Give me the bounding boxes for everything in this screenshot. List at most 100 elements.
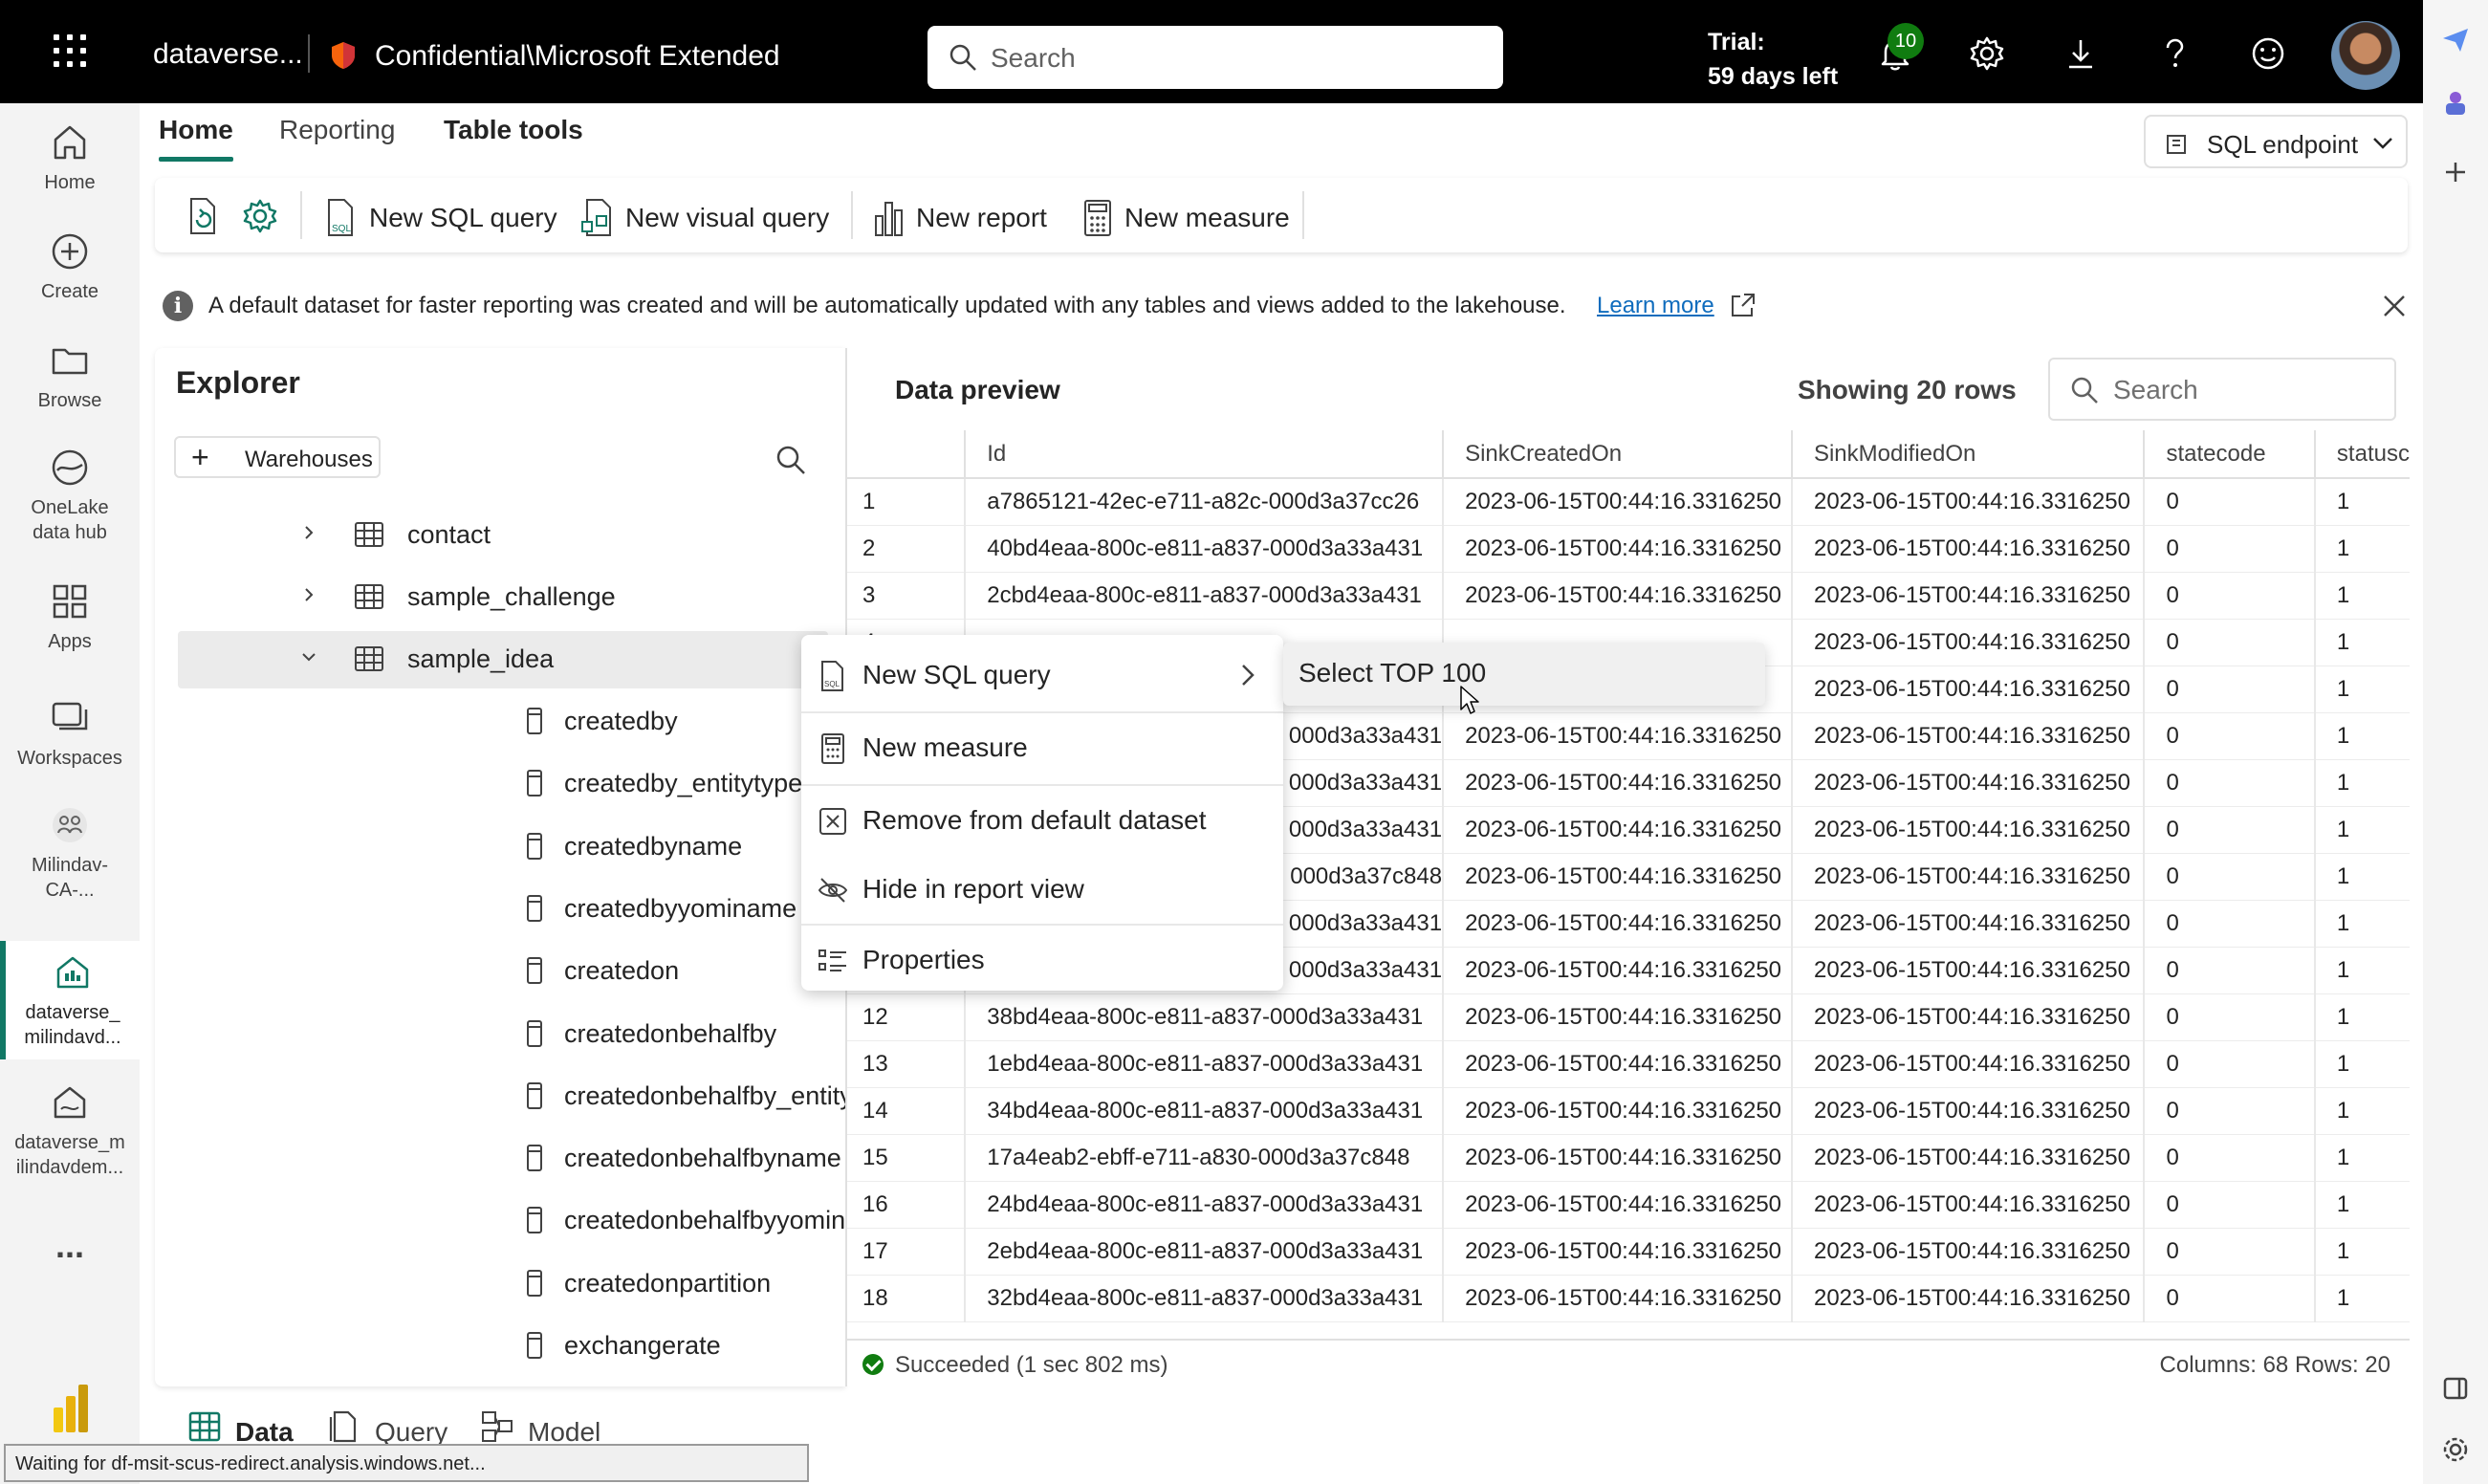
tree-item-column[interactable]: createdonbehalfby_entitytype (178, 1068, 845, 1125)
table-cell: 2cbd4eaa-800c-e811-a837-000d3a33a431 (965, 572, 1445, 620)
column-header[interactable]: statecode (2144, 430, 2316, 479)
extension-icon[interactable] (2440, 88, 2471, 119)
tree-item-column[interactable]: createdon (178, 943, 828, 1000)
new-measure-button[interactable]: New measure (1079, 195, 1299, 237)
help-icon[interactable] (2155, 34, 2193, 73)
menu-item-hide-in-report-view[interactable]: Hide in report view (801, 861, 1283, 918)
table-row[interactable]: 17 2ebd4eaa-800c-e811-a837-000d3a33a431 20… (847, 1228, 2410, 1276)
sensitivity-label[interactable]: Confidential\Microsoft Extended (375, 40, 780, 73)
feedback-smiley-icon[interactable] (2249, 34, 2287, 73)
rail-item-home[interactable]: Home (0, 120, 140, 195)
chevron-right-icon[interactable] (300, 522, 317, 547)
more-ellipsis-icon[interactable]: ... (0, 1229, 140, 1263)
table-row[interactable]: 13 1ebd4eaa-800c-e811-a837-000d3a33a431 20… (847, 1040, 2410, 1088)
table-row[interactable]: 18 32bd4eaa-800c-e811-a837-000d3a33a431 20… (847, 1275, 2410, 1322)
global-search-box[interactable]: Search (928, 26, 1503, 89)
refresh-icon[interactable] (184, 195, 222, 237)
row-number-cell: 1 (847, 478, 967, 526)
preview-search-box[interactable]: Search (2048, 358, 2396, 421)
table-row[interactable]: 14 34bd4eaa-800c-e811-a837-000d3a33a431 20… (847, 1087, 2410, 1135)
column-icon (524, 1081, 545, 1117)
menu-divider (801, 924, 1283, 926)
close-icon[interactable] (2381, 293, 2408, 319)
new-visual-query-button[interactable]: New visual query (579, 195, 857, 237)
app-launcher-icon[interactable] (54, 34, 88, 69)
power-bi-logo-icon[interactable] (52, 1383, 90, 1434)
table-cell: 2023-06-15T00:44:16.3316250 (1791, 993, 2146, 1041)
sql-endpoint-dropdown[interactable]: SQL endpoint (2144, 115, 2408, 168)
tree-item-column[interactable]: createdonbehalfby (178, 1006, 828, 1063)
new-sql-query-label: New SQL query (369, 203, 557, 232)
column-header[interactable]: statusc (2314, 430, 2410, 479)
tab-reporting[interactable]: Reporting (279, 115, 395, 145)
rail-item-workspaces[interactable]: Workspaces (0, 696, 140, 771)
tree-item-column[interactable]: createdonbehalfbyname (178, 1130, 841, 1188)
tree-item-column[interactable]: createdbyyominame (178, 881, 828, 938)
query-document-icon (329, 1410, 357, 1443)
tree-item-column[interactable]: createdonbehalfbyyominame (178, 1192, 845, 1250)
menu-item-new-measure[interactable]: New measure (801, 719, 1283, 776)
user-avatar[interactable] (2331, 21, 2400, 90)
add-warehouses-button[interactable]: + Warehouses (174, 436, 381, 478)
menu-item-remove-from-default-dataset[interactable]: Remove from default dataset (801, 792, 1283, 849)
send-icon[interactable] (2440, 25, 2471, 55)
onelake-icon (52, 449, 88, 486)
open-external-icon[interactable] (1727, 291, 1757, 321)
rail-item-onelake[interactable]: OneLake data hub (0, 446, 140, 545)
new-report-button[interactable]: New report (870, 195, 1061, 237)
menu-item-label: New SQL query (862, 660, 1051, 689)
rail-item-browse[interactable]: Browse (0, 338, 140, 413)
table-cell: 1 (2314, 1087, 2410, 1135)
remove-box-icon (819, 808, 846, 835)
table-row[interactable]: 1 a7865121-42ec-e711-a82c-000d3a37cc26 202… (847, 478, 2410, 526)
lakehouse-icon (56, 956, 89, 989)
tree-item-table[interactable]: sample_challenge (178, 569, 828, 626)
rail-label: OneLake (31, 497, 109, 518)
submenu-select-top-100[interactable]: Select TOP 100 (1283, 643, 1765, 706)
tab-home[interactable]: Home (159, 115, 233, 162)
rail-item-dataverse-lakehouse[interactable]: dataverse_ milindavd... (0, 941, 140, 1059)
gear-icon[interactable] (1968, 34, 2006, 73)
column-header[interactable]: SinkCreatedOn (1443, 430, 1793, 479)
table-row[interactable]: 12 38bd4eaa-800c-e811-a837-000d3a33a431 20… (847, 993, 2410, 1041)
chevron-right-icon[interactable] (300, 584, 317, 609)
trial-status: Trial: 59 days left (1708, 25, 1838, 94)
tree-item-column[interactable]: Id (178, 1380, 828, 1386)
tree-item-column[interactable]: createdby_entitytype (178, 755, 828, 813)
table-cell: 1 (2314, 1040, 2410, 1088)
tab-table-tools[interactable]: Table tools (444, 115, 583, 145)
chevron-down-icon[interactable] (300, 646, 317, 671)
settings-gear-icon[interactable] (2440, 1434, 2471, 1465)
column-header[interactable]: Id (965, 430, 1445, 479)
rail-item-apps[interactable]: Apps (0, 579, 140, 654)
workspace-name[interactable]: dataverse... (153, 38, 303, 71)
tree-item-column[interactable]: createdonpartition (178, 1255, 828, 1313)
column-header[interactable]: SinkModifiedOn (1791, 430, 2146, 479)
menu-item-properties[interactable]: Properties (801, 931, 1283, 989)
table-row[interactable]: 15 17a4eab2-ebff-e711-a830-000d3a37c848 20… (847, 1134, 2410, 1182)
add-icon[interactable] (2440, 157, 2471, 187)
column-header[interactable] (847, 430, 967, 479)
tree-item-column[interactable]: createdbyname (178, 818, 828, 876)
table-cell: 2023-06-15T00:44:16.3316250 (1443, 1228, 1793, 1276)
table-cell: 2023-06-15T00:44:16.3316250 (1443, 853, 1793, 901)
rail-item-milindav-workspace[interactable]: Milindav- CA-... (0, 803, 140, 903)
table-row[interactable]: 2 40bd4eaa-800c-e811-a837-000d3a33a431 202… (847, 525, 2410, 573)
tree-item-column[interactable]: exchangerate (178, 1318, 828, 1375)
tree-item-table[interactable]: sample_idea (178, 631, 828, 688)
rail-item-dataverse-dataset[interactable]: dataverse_m ilindavdem... (0, 1080, 140, 1180)
table-row[interactable]: 3 2cbd4eaa-800c-e811-a837-000d3a33a431 202… (847, 572, 2410, 620)
table-row[interactable]: 16 24bd4eaa-800c-e811-a837-000d3a33a431 20… (847, 1181, 2410, 1229)
new-sql-query-button[interactable]: SQL New SQL query (323, 195, 572, 237)
tree-item-label: exchangerate (564, 1331, 721, 1360)
download-icon[interactable] (2062, 34, 2100, 73)
rail-item-create[interactable]: Create (0, 229, 140, 304)
search-icon[interactable] (775, 444, 807, 476)
menu-item-new-sql-query[interactable]: SQL New SQL query (801, 646, 1283, 704)
tree-item-table[interactable]: contact (178, 507, 828, 564)
sidebar-toggle-icon[interactable] (2440, 1373, 2471, 1404)
tree-item-column[interactable]: createdby (178, 693, 828, 751)
learn-more-link[interactable]: Learn more (1597, 293, 1714, 319)
table-cell: 1 (2314, 619, 2410, 666)
settings-gear-icon[interactable] (241, 197, 279, 235)
